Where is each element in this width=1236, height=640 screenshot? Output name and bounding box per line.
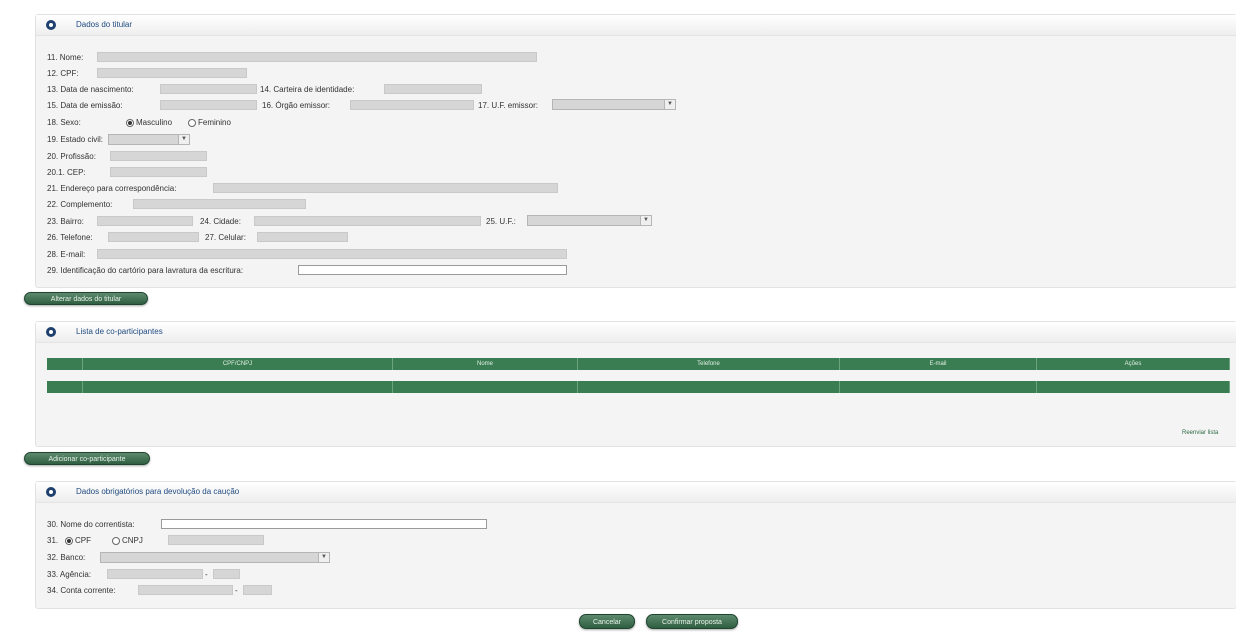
cartorio-field[interactable]: [298, 265, 567, 275]
cep-field[interactable]: [110, 167, 207, 177]
coparticipantes-table-header: CPF/CNPJ Nome Telefone E-mail Ações: [47, 358, 1230, 370]
col-nome: Nome: [393, 358, 578, 370]
label-identidade: 14. Carteira de identidade:: [260, 85, 355, 94]
table-row: [47, 381, 1230, 393]
agencia-dash: -: [205, 570, 208, 579]
cidade-field[interactable]: [254, 216, 481, 226]
label-nome: 11. Nome:: [47, 53, 84, 62]
emissao-field[interactable]: [160, 100, 257, 110]
coparticipantes-panel-header: Lista de co-participantes: [36, 322, 1236, 343]
collapse-icon[interactable]: [46, 20, 56, 30]
bairro-field[interactable]: [97, 216, 193, 226]
celular-field[interactable]: [257, 232, 348, 242]
col-cpf-cnpj: CPF/CNPJ: [83, 358, 393, 370]
label-bairro: 23. Bairro:: [47, 217, 84, 226]
collapse-icon[interactable]: [46, 327, 56, 337]
table-cell: [83, 381, 393, 393]
label-tipo-documento: 31.: [47, 536, 59, 545]
titular-panel-title: Dados do titular: [76, 20, 133, 29]
identidade-field[interactable]: [384, 84, 482, 94]
conta-field[interactable]: [138, 585, 233, 595]
uf-select[interactable]: ▼: [527, 215, 652, 226]
label-nascimento: 13. Data de nascimento:: [47, 85, 134, 94]
label-orgao: 16. Órgão emissor:: [262, 101, 331, 110]
label-telefone: 26. Telefone:: [47, 233, 93, 242]
radio-checked-icon[interactable]: [65, 536, 73, 545]
caucao-panel-header: Dados obrigatórios para devolução da cau…: [36, 482, 1236, 503]
label-uf-emissor: 17. U.F. emissor:: [478, 101, 539, 110]
endereco-field[interactable]: [213, 183, 558, 193]
label-complemento: 22. Complemento:: [47, 200, 113, 209]
label-agencia: 33. Agência:: [47, 570, 92, 579]
sexo-feminino-option[interactable]: Feminino: [188, 118, 231, 128]
col-telefone: Telefone: [578, 358, 840, 370]
documento-field[interactable]: [168, 535, 264, 545]
radio-checked-icon[interactable]: [126, 118, 134, 127]
table-cell: [47, 381, 83, 393]
radio-icon[interactable]: [112, 536, 120, 545]
email-field[interactable]: [97, 249, 567, 259]
label-cidade: 24. Cidade:: [200, 217, 241, 226]
label-sexo: 18. Sexo:: [47, 118, 81, 127]
telefone-field[interactable]: [108, 232, 199, 242]
table-cell: [840, 381, 1037, 393]
sexo-masculino-label: Masculino: [136, 118, 173, 127]
chevron-down-icon: ▼: [664, 100, 675, 109]
estado-civil-select[interactable]: ▼: [108, 134, 190, 145]
coparticipantes-panel-title: Lista de co-participantes: [76, 327, 163, 336]
label-cartorio: 29. Identificação do cartório para lavra…: [47, 266, 244, 275]
col-acoes: Ações: [1037, 358, 1230, 370]
nome-field[interactable]: [97, 52, 537, 62]
chevron-down-icon: ▼: [640, 216, 651, 225]
cpf-option[interactable]: CPF: [65, 536, 91, 546]
agencia-field[interactable]: [107, 569, 203, 579]
correntista-field[interactable]: [161, 519, 487, 529]
caucao-panel-title: Dados obrigatórios para devolução da cau…: [76, 487, 240, 496]
sexo-masculino-option[interactable]: Masculino: [126, 118, 172, 128]
radio-icon[interactable]: [188, 118, 196, 127]
banco-select[interactable]: ▼: [100, 552, 330, 563]
table-cell: [578, 381, 840, 393]
label-email: 28. E-mail:: [47, 250, 86, 259]
cancel-button[interactable]: Cancelar: [579, 614, 635, 629]
label-emissao: 15. Data de emissão:: [47, 101, 123, 110]
cpf-option-label: CPF: [75, 536, 91, 545]
table-cell: [1037, 381, 1230, 393]
table-cell: [393, 381, 578, 393]
label-celular: 27. Celular:: [205, 233, 246, 242]
chevron-down-icon: ▼: [178, 135, 189, 144]
nascimento-field[interactable]: [160, 84, 257, 94]
cpf-field[interactable]: [97, 68, 247, 78]
agencia-digito-field[interactable]: [213, 569, 240, 579]
cnpj-option-label: CNPJ: [122, 536, 143, 545]
reenviar-lista-link[interactable]: Reenviar lista: [1182, 430, 1218, 436]
conta-digito-field[interactable]: [243, 585, 272, 595]
conta-dash: -: [235, 586, 238, 595]
label-conta: 34. Conta corrente:: [47, 586, 116, 595]
label-cep: 20.1. CEP:: [47, 168, 86, 177]
orgao-field[interactable]: [350, 100, 474, 110]
label-banco: 32. Banco:: [47, 553, 86, 562]
profissao-field[interactable]: [110, 151, 207, 161]
uf-emissor-select[interactable]: ▼: [552, 99, 676, 110]
adicionar-coparticipante-button[interactable]: Adicionar co-participante: [24, 452, 150, 465]
confirm-proposal-button[interactable]: Confirmar proposta: [646, 614, 738, 629]
complemento-field[interactable]: [133, 199, 306, 209]
label-uf: 25. U.F.:: [486, 217, 516, 226]
alterar-titular-button[interactable]: Alterar dados do titular: [24, 292, 148, 305]
label-cpf: 12. CPF:: [47, 69, 79, 78]
label-estado-civil: 19. Estado civil:: [47, 135, 104, 144]
label-endereco: 21. Endereço para correspondência:: [47, 184, 177, 193]
titular-panel-header: Dados do titular: [36, 15, 1236, 36]
cnpj-option[interactable]: CNPJ: [112, 536, 143, 546]
col-email: E-mail: [840, 358, 1037, 370]
label-profissao: 20. Profissão:: [47, 152, 96, 161]
collapse-icon[interactable]: [46, 487, 56, 497]
chevron-down-icon: ▼: [318, 553, 329, 562]
label-correntista: 30. Nome do correntista:: [47, 520, 135, 529]
sexo-feminino-label: Feminino: [198, 118, 231, 127]
col-spacer: [47, 358, 83, 370]
